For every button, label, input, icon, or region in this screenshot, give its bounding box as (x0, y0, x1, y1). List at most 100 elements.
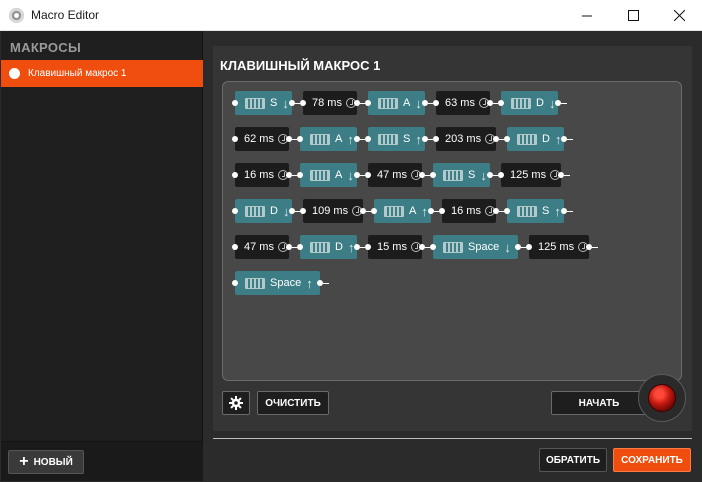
minimize-icon (581, 15, 592, 17)
delay-node[interactable]: 47 ms (368, 163, 422, 187)
invert-button[interactable]: ОБРАТИТЬ (539, 448, 607, 472)
close-button[interactable] (656, 0, 702, 31)
footer-divider (213, 438, 692, 439)
input-port (371, 208, 377, 214)
node-label: 125 ms (510, 169, 547, 181)
node-label: Space (270, 277, 302, 289)
input-port (430, 172, 436, 178)
key-node[interactable]: Space ↓ (433, 235, 518, 259)
node-label: 203 ms (445, 133, 482, 145)
link-wire (561, 103, 567, 104)
delay-node[interactable]: 15 ms (368, 235, 422, 259)
keyboard-icon (384, 205, 404, 217)
input-port (297, 244, 303, 250)
node-label: A (409, 205, 417, 217)
input-port (232, 208, 238, 214)
key-node[interactable]: D ↑ (300, 235, 357, 259)
clear-button[interactable]: ОЧИСТИТЬ (257, 391, 329, 415)
link-wire (567, 211, 573, 212)
node-label: A (335, 133, 343, 145)
delay-node[interactable]: 16 ms (442, 199, 496, 223)
delay-node[interactable]: 125 ms (501, 163, 561, 187)
delay-node[interactable]: 109 ms (303, 199, 363, 223)
node-label: A (403, 97, 411, 109)
key-node[interactable]: D ↓ (235, 199, 292, 223)
key-node[interactable]: S ↓ (433, 163, 490, 187)
key-node[interactable]: S ↑ (368, 127, 425, 151)
start-recording-button[interactable]: НАЧАТЬ (551, 391, 647, 415)
delay-node[interactable]: 62 ms (235, 127, 289, 151)
node-label: D (542, 133, 550, 145)
node-label: 47 ms (377, 169, 407, 181)
link-wire (564, 175, 570, 176)
key-down-arrow-icon: ↓ (504, 239, 511, 255)
delay-node[interactable]: 16 ms (235, 163, 289, 187)
key-node[interactable]: A ↑ (300, 127, 357, 151)
node-label: 125 ms (538, 241, 575, 253)
node-label: D (335, 241, 343, 253)
input-port (297, 172, 303, 178)
key-node[interactable]: A ↑ (374, 199, 431, 223)
node-label: D (536, 97, 544, 109)
delay-node[interactable]: 63 ms (436, 91, 490, 115)
node-label: 63 ms (445, 97, 475, 109)
keyboard-icon (245, 205, 265, 217)
node-label: A (335, 169, 343, 181)
node-label: 109 ms (312, 205, 349, 217)
minimize-button[interactable] (564, 0, 610, 31)
key-node[interactable]: D ↓ (501, 91, 558, 115)
key-up-arrow-icon: ↑ (415, 131, 422, 147)
maximize-icon (627, 10, 639, 21)
input-port (300, 208, 306, 214)
input-port (365, 136, 371, 142)
key-node[interactable]: A ↓ (368, 91, 425, 115)
keyboard-icon (378, 133, 398, 145)
input-port (300, 100, 306, 106)
record-button[interactable] (648, 384, 676, 412)
close-icon (673, 10, 685, 21)
key-node[interactable]: Space ↑ (235, 271, 320, 295)
delay-node[interactable]: 47 ms (235, 235, 289, 259)
input-port (430, 244, 436, 250)
key-down-arrow-icon: ↓ (282, 95, 289, 111)
node-label: S (270, 97, 278, 109)
save-button[interactable]: СОХРАНИТЬ (613, 448, 691, 472)
keyboard-icon (443, 169, 463, 181)
sidebar-item-macro-1[interactable]: Клавишный макрос 1 (1, 60, 203, 87)
keyboard-icon (378, 97, 398, 109)
input-port (297, 136, 303, 142)
input-port (232, 280, 238, 286)
node-label: 16 ms (244, 169, 274, 181)
input-port (498, 172, 504, 178)
input-port (433, 136, 439, 142)
key-node[interactable]: A ↓ (300, 163, 357, 187)
node-label: 47 ms (244, 241, 274, 253)
settings-button[interactable] (222, 391, 250, 415)
delay-node[interactable]: 78 ms (303, 91, 357, 115)
key-node[interactable]: S ↑ (507, 199, 564, 223)
input-port (433, 100, 439, 106)
node-label: 78 ms (312, 97, 342, 109)
key-node[interactable]: D ↑ (507, 127, 564, 151)
node-label: Space (468, 241, 500, 253)
keyboard-icon (517, 205, 537, 217)
link-wire (592, 247, 598, 248)
node-label: S (468, 169, 476, 181)
macro-sequence-canvas[interactable]: S ↓ 78 ms A ↓ 63 ms D ↓ 62 ms A ↑ S ↑ 203 ms D ↑ 16 ms A ↓… (222, 81, 682, 381)
input-port (365, 244, 371, 250)
keyboard-icon (310, 169, 330, 181)
key-node[interactable]: S ↓ (235, 91, 292, 115)
link-wire (323, 283, 329, 284)
node-label: S (403, 133, 411, 145)
maximize-button[interactable] (610, 0, 656, 31)
new-macro-button[interactable]: + НОВЫЙ (8, 450, 84, 474)
node-label: S (542, 205, 550, 217)
macro-title: КЛАВИШНЫЙ МАКРОС 1 (220, 58, 381, 73)
delay-node[interactable]: 125 ms (529, 235, 589, 259)
input-port (504, 208, 510, 214)
delay-node[interactable]: 203 ms (436, 127, 496, 151)
window-title: Macro Editor (31, 8, 100, 22)
input-port (365, 172, 371, 178)
keyboard-icon (245, 277, 265, 289)
key-up-arrow-icon: ↑ (554, 203, 561, 219)
